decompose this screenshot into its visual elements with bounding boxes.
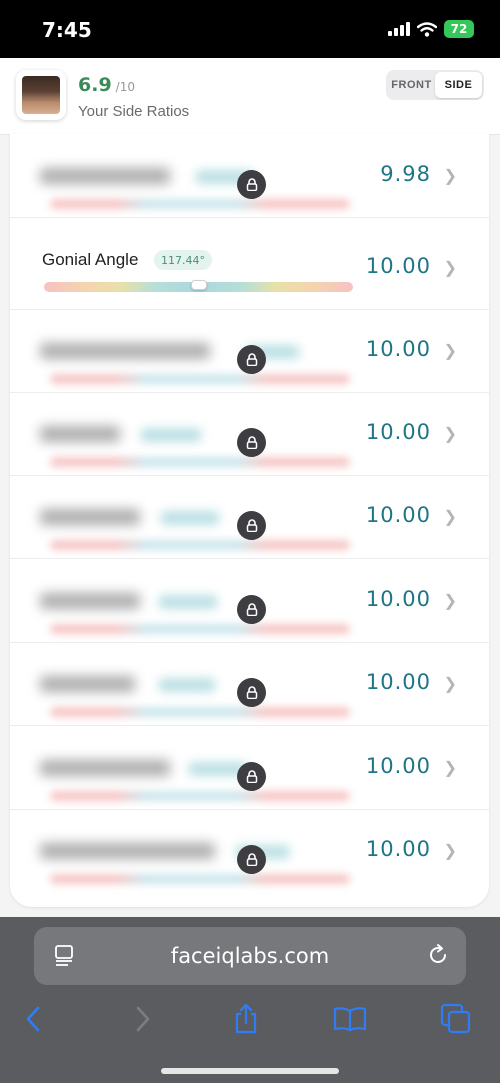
ratio-score: 9.98 (380, 162, 431, 186)
reload-icon[interactable] (426, 943, 450, 972)
page-subtitle: Your Side Ratios (78, 103, 190, 120)
blurred-bar (50, 540, 350, 550)
share-icon[interactable] (226, 999, 266, 1039)
blurred-bar (50, 874, 350, 884)
blurred-name (40, 168, 170, 184)
lock-icon[interactable] (237, 762, 266, 791)
ratio-score: 10.00 (365, 754, 431, 778)
blurred-chip (158, 678, 216, 692)
blurred-name (40, 843, 215, 859)
lock-icon[interactable] (237, 595, 266, 624)
results-header: 6.9/10 Your Side Ratios FRONT SIDE (0, 58, 500, 135)
ratio-score: 10.00 (365, 587, 431, 611)
ratio-row-locked[interactable]: 10.00 ❯ (10, 475, 489, 559)
lock-icon[interactable] (237, 428, 266, 457)
score-denominator: /10 (115, 80, 135, 94)
ratio-score: 10.00 (365, 337, 431, 361)
back-icon[interactable] (14, 999, 54, 1039)
avatar-photo (22, 76, 60, 114)
chevron-right-icon: ❯ (443, 760, 457, 777)
chevron-right-icon: ❯ (443, 509, 457, 526)
ratio-row-locked[interactable]: 10.00 ❯ (10, 809, 489, 892)
overall-score: 6.9/10 (78, 74, 135, 96)
browser-nav (0, 999, 500, 1039)
chevron-right-icon: ❯ (443, 343, 457, 360)
lock-icon[interactable] (237, 511, 266, 540)
ratio-row-locked[interactable]: 10.00 ❯ (10, 726, 489, 810)
blurred-bar (50, 374, 350, 384)
lock-icon[interactable] (237, 845, 266, 874)
blurred-bar (50, 791, 350, 801)
status-bar: 7:45 72 (0, 0, 500, 58)
chevron-right-icon: ❯ (443, 168, 457, 185)
blurred-bar (50, 624, 350, 634)
chevron-right-icon: ❯ (443, 843, 457, 860)
ratio-row-locked[interactable]: 10.00 ❯ (10, 392, 489, 476)
tabs-icon[interactable] (436, 999, 476, 1039)
score-value: 6.9 (78, 74, 112, 96)
safari-toolbar: faceiqlabs.com (0, 917, 500, 1083)
ratio-row-locked[interactable]: 10.00 ❯ (10, 642, 489, 726)
blurred-name (40, 760, 170, 776)
chevron-right-icon: ❯ (443, 426, 457, 443)
status-time: 7:45 (42, 18, 92, 42)
blurred-name (40, 343, 210, 359)
ratio-score: 10.00 (365, 503, 431, 527)
ratio-marker (191, 280, 207, 290)
ratio-row-gonial-angle[interactable]: Gonial Angle 117.44° 10.00 ❯ (10, 226, 489, 310)
avatar[interactable] (16, 70, 66, 120)
ratio-score: 10.00 (365, 837, 431, 861)
view-toggle: FRONT SIDE (386, 70, 484, 100)
blurred-name (40, 509, 140, 525)
blurred-chip (140, 428, 202, 442)
side-toggle-button[interactable]: SIDE (435, 72, 482, 98)
chevron-right-icon: ❯ (443, 260, 457, 277)
home-indicator (161, 1068, 339, 1074)
ratio-range-bar (44, 280, 353, 292)
lock-icon[interactable] (237, 678, 266, 707)
lock-icon[interactable] (237, 345, 266, 374)
wifi-icon (417, 21, 437, 37)
ratio-name: Gonial Angle (42, 250, 139, 269)
blurred-name (40, 676, 135, 692)
forward-icon[interactable] (122, 999, 162, 1039)
blurred-bar (50, 707, 350, 717)
blurred-chip (158, 595, 218, 609)
blurred-chip (160, 511, 220, 525)
front-toggle-button[interactable]: FRONT (388, 72, 435, 98)
ratio-measurement-badge: 117.44° (154, 250, 212, 270)
ratios-list: 9.98 ❯ Gonial Angle 117.44° 10.00 ❯ 10.0… (10, 134, 489, 907)
signal-icon (388, 22, 410, 36)
ratio-score: 10.00 (365, 254, 431, 278)
blurred-name (40, 593, 140, 609)
ratio-score: 10.00 (365, 420, 431, 444)
lock-icon[interactable] (237, 170, 266, 199)
ratio-row-locked[interactable]: 9.98 ❯ (10, 134, 489, 218)
address-bar[interactable]: faceiqlabs.com (34, 927, 466, 985)
url-text: faceiqlabs.com (170, 944, 330, 968)
status-icons: 72 (388, 20, 474, 38)
blurred-name (40, 426, 120, 442)
ratio-row-locked[interactable]: 10.00 ❯ (10, 309, 489, 393)
battery-level: 72 (450, 22, 468, 36)
ratio-score: 10.00 (365, 670, 431, 694)
bookmarks-icon[interactable] (330, 999, 370, 1039)
ratio-row-locked[interactable]: 10.00 ❯ (10, 559, 489, 643)
battery-icon: 72 (444, 20, 474, 38)
blurred-bar (50, 199, 350, 209)
chevron-right-icon: ❯ (443, 593, 457, 610)
blurred-bar (50, 457, 350, 467)
chevron-right-icon: ❯ (443, 676, 457, 693)
